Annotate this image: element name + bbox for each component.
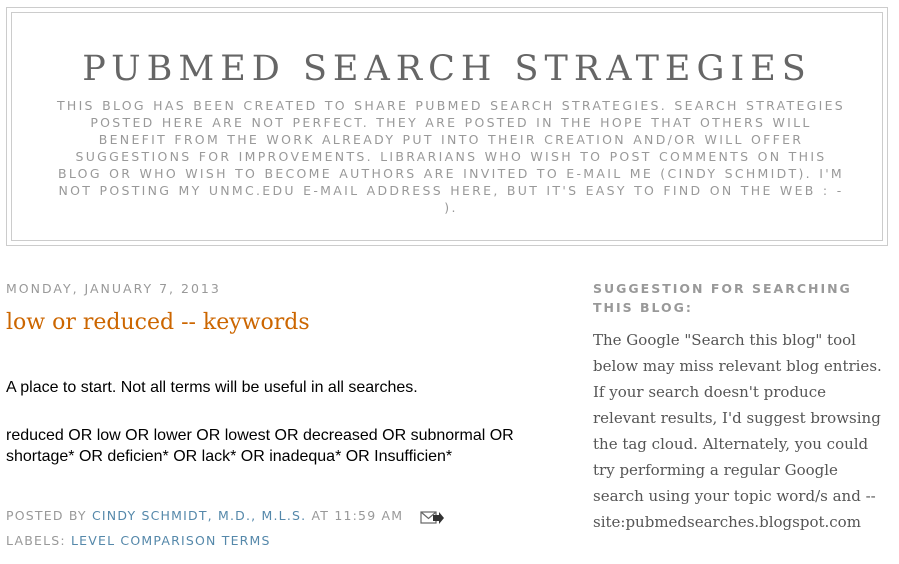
post-search-terms: reduced OR low OR lower OR lowest OR dec…	[6, 427, 514, 465]
post-time-link[interactable]: 11:59 AM	[334, 508, 403, 523]
sidebar-widget-title: Suggestion for searching this blog:	[593, 281, 852, 315]
blog-description: This blog has been created to share PubM…	[56, 98, 846, 215]
post-byline: Posted by Cindy Schmidt, M.D., M.L.S. at…	[6, 503, 445, 528]
labels-label: Labels:	[6, 533, 66, 548]
post-labels: Labels: level comparison terms	[6, 528, 444, 553]
at-label: at	[311, 508, 330, 523]
post-body: A place to start. Not all terms will be …	[6, 377, 566, 467]
sidebar-widget-text: The Google "Search this blog" tool below…	[593, 331, 882, 531]
blog-header: PUBMED SEARCH STRATEGIES This blog has b…	[6, 7, 888, 246]
email-post-icon[interactable]	[420, 509, 445, 525]
post-title[interactable]: low or reduced -- keywords	[6, 310, 310, 335]
author-link[interactable]: Cindy Schmidt, M.D., M.L.S.	[92, 508, 306, 523]
post-intro-text: A place to start. Not all terms will be …	[6, 379, 418, 396]
post-date: Monday, January 7, 2013	[6, 281, 221, 296]
label-link[interactable]: level comparison terms	[71, 533, 271, 548]
post-footer: Posted by Cindy Schmidt, M.D., M.L.S. at…	[6, 503, 445, 553]
posted-by-label: Posted by	[6, 508, 87, 523]
blog-title[interactable]: PUBMED SEARCH STRATEGIES	[12, 49, 882, 89]
blog-header-inner: PUBMED SEARCH STRATEGIES This blog has b…	[11, 12, 883, 241]
